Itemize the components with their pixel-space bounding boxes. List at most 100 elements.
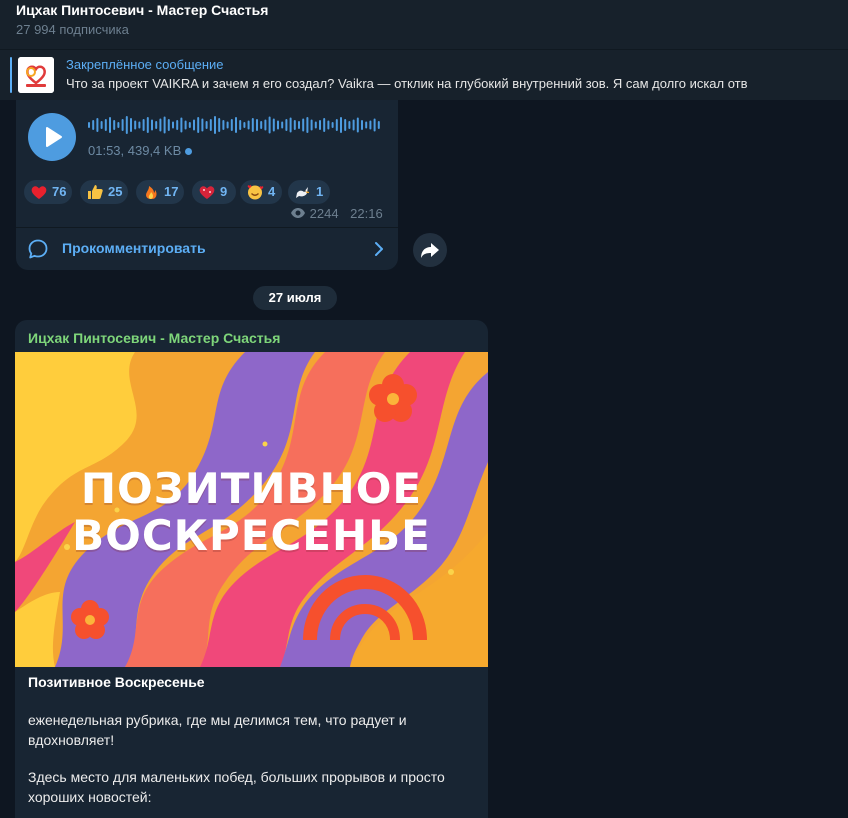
waveform-bar <box>100 121 103 129</box>
vaikra-logo-icon <box>18 57 54 93</box>
play-button[interactable] <box>28 113 76 161</box>
waveform-bar <box>209 119 212 131</box>
image-headline-line2: ВОСКРЕСЕНЬЕ <box>72 511 431 560</box>
eye-icon <box>291 208 305 218</box>
waveform-bar <box>109 117 111 133</box>
waveform-bar <box>281 121 284 129</box>
reaction-count: 76 <box>52 184 67 199</box>
waveform-bar <box>251 118 254 132</box>
waveform-bar <box>302 118 305 132</box>
waveform-bar <box>218 118 221 132</box>
post-author[interactable]: Ицхак Пинтосевич - Мастер Счастья <box>28 330 280 346</box>
waveform-bar <box>117 122 120 128</box>
waveform-bar <box>293 120 296 130</box>
subscriber-count: 27 994 подписчика <box>16 22 129 37</box>
waveform-bar <box>197 117 200 133</box>
reaction-count: 25 <box>108 184 123 199</box>
reaction-thumbs-up[interactable]: 25 <box>80 180 128 204</box>
chat-header[interactable]: Ицхак Пинтосевич - Мастер Счастья 27 994… <box>0 0 848 49</box>
waveform-bar <box>310 119 313 131</box>
waveform-bar <box>356 117 359 133</box>
waveform-bar <box>159 118 162 132</box>
share-button[interactable] <box>413 233 447 267</box>
waveform-bar <box>92 120 95 130</box>
waveform-bar <box>193 119 195 131</box>
heart-with-sparkles-icon <box>199 186 215 199</box>
post-paragraph: Здесь место для маленьких побед, больших… <box>28 769 445 805</box>
waveform-bar <box>260 121 263 129</box>
waveform-bar <box>373 118 376 132</box>
waveform-bar <box>155 121 158 129</box>
waveform-bar <box>247 120 250 130</box>
reaction-fire[interactable]: 17 <box>136 180 184 204</box>
waveform-bar <box>331 122 334 128</box>
waveform-bar <box>369 120 372 130</box>
waveform-bar <box>167 119 170 131</box>
waveform-bar <box>340 117 342 133</box>
pinned-title[interactable]: Закреплённое сообщение <box>66 57 224 72</box>
waveform-bar <box>298 121 300 129</box>
waveform-bar <box>352 119 355 131</box>
date-separator: 27 июля <box>253 286 337 310</box>
waveform-bar <box>285 119 288 131</box>
waveform-bar <box>361 120 363 130</box>
waveform-bar <box>188 122 191 128</box>
play-icon <box>46 127 62 147</box>
reaction-count: 9 <box>220 184 228 199</box>
waveform-bar <box>344 119 347 131</box>
waveform-bar <box>235 117 237 133</box>
pinned-indicator <box>10 57 12 93</box>
pinned-message-bar[interactable]: Закреплённое сообщение Что за проект VAI… <box>0 49 848 100</box>
pinned-text[interactable]: Что за проект VAIKRA и зачем я его созда… <box>66 76 848 91</box>
red-heart-icon <box>31 186 47 199</box>
unplayed-dot <box>185 148 193 156</box>
reaction-heart-sparkles[interactable]: 9 <box>192 180 236 204</box>
waveform-bar <box>226 121 229 129</box>
comment-icon[interactable] <box>27 238 49 260</box>
waveform-bar <box>335 119 338 131</box>
share-arrow-icon <box>421 243 439 258</box>
view-count: 2244 <box>309 206 339 221</box>
fire-icon <box>146 186 157 199</box>
comment-button[interactable]: Прокомментировать <box>62 240 206 256</box>
waveform-bar <box>365 121 368 129</box>
waveform-bar <box>104 119 107 131</box>
post-image[interactable]: ПОЗИТИВНОЕ ВОСКРЕСЕНЬЕ <box>15 352 488 667</box>
waveform-bar <box>306 117 309 133</box>
waveform-bar <box>184 120 187 130</box>
reaction-count: 4 <box>268 184 276 199</box>
voice-duration-size: 01:53, 439,4 KB <box>88 143 182 158</box>
waveform-bar <box>327 120 330 130</box>
waveform-bar <box>323 118 326 132</box>
waveform-bar <box>377 121 380 129</box>
waveform-bar <box>180 117 183 133</box>
reaction-count: 17 <box>164 184 179 199</box>
waveform-bar <box>201 118 204 132</box>
waveform-bar <box>289 117 292 133</box>
reaction-heart[interactable]: 76 <box>24 180 72 204</box>
waveform-bar <box>163 116 166 134</box>
waveform-bar <box>319 120 321 130</box>
waveform-bar <box>243 122 246 128</box>
chevron-right-icon[interactable] <box>373 240 385 258</box>
post-title: Позитивное Воскресенье <box>28 674 205 690</box>
waveform-bar <box>121 119 124 131</box>
channel-title[interactable]: Ицхак Пинтосевич - Мастер Счастья <box>16 2 268 18</box>
waveform-bar <box>176 120 179 130</box>
waveform-bar <box>125 116 128 134</box>
smiling-face-with-hearts-icon <box>247 185 264 200</box>
voice-waveform[interactable] <box>88 114 388 136</box>
waveform-bar <box>277 120 279 130</box>
reaction-smiling-hearts[interactable]: 4 <box>240 180 282 204</box>
message-time: 22:16 <box>350 206 383 221</box>
waveform-bar <box>205 121 208 129</box>
dove-icon <box>296 187 310 198</box>
thumbs-up-icon <box>88 185 103 199</box>
waveform-bar <box>222 120 225 130</box>
reaction-dove[interactable]: 1 <box>288 180 330 204</box>
waveform-bar <box>113 120 116 130</box>
comment-divider <box>16 227 398 228</box>
waveform-bar <box>264 119 267 131</box>
image-headline-line1: ПОЗИТИВНОЕ <box>80 464 423 513</box>
post-paragraph: еженедельная рубрика, где мы делимся тем… <box>28 712 407 748</box>
